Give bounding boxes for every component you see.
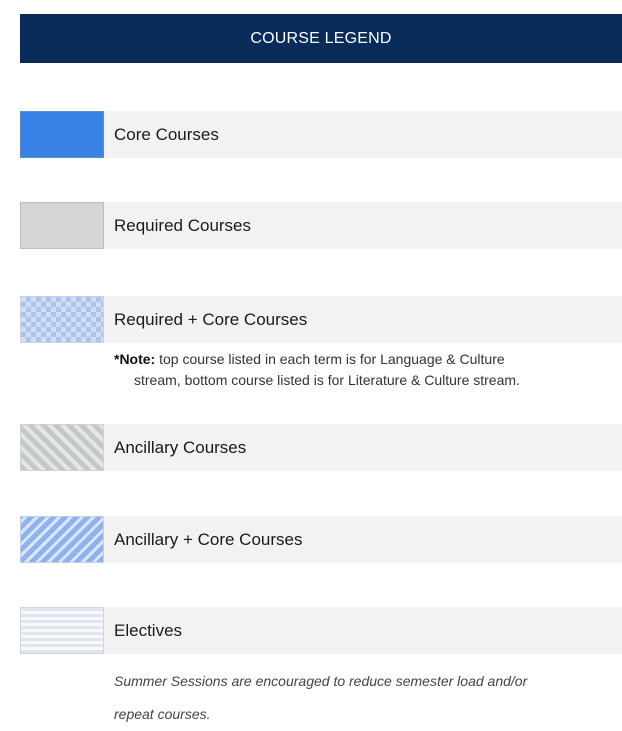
legend-label-required: Required Courses <box>104 202 622 249</box>
legend-label-ancillary: Ancillary Courses <box>104 424 622 471</box>
legend-label-ancillary-core: Ancillary + Core Courses <box>104 516 622 563</box>
ancillary-core-swatch <box>20 516 104 563</box>
required-swatch <box>20 202 104 249</box>
summer-sessions-note: Summer Sessions are encouraged to reduce… <box>114 665 622 731</box>
core-swatch <box>20 111 104 158</box>
legend-header: COURSE LEGEND <box>20 14 622 63</box>
ancillary-swatch <box>20 424 104 471</box>
legend-item-ancillary-core: Ancillary + Core Courses <box>20 516 622 563</box>
legend-item-ancillary: Ancillary Courses <box>20 424 622 471</box>
legend-item-core: Core Courses <box>20 111 622 158</box>
stream-note: *Note: top course listed in each term is… <box>114 349 620 391</box>
legend-title: COURSE LEGEND <box>250 29 392 47</box>
electives-swatch <box>20 607 104 654</box>
required-core-swatch <box>20 296 104 343</box>
summer-note-line2: repeat courses. <box>114 706 211 722</box>
legend-item-electives: Electives <box>20 607 622 654</box>
note-text-line1: top course listed in each term is for La… <box>155 351 505 367</box>
legend-item-required: Required Courses <box>20 202 622 249</box>
note-text-line2: stream, bottom course listed is for Lite… <box>134 372 520 388</box>
legend-label-core: Core Courses <box>104 111 622 158</box>
legend-label-required-core: Required + Core Courses <box>104 296 622 343</box>
legend-item-required-core: Required + Core Courses <box>20 296 622 343</box>
legend-label-electives: Electives <box>104 607 622 654</box>
summer-note-line1: Summer Sessions are encouraged to reduce… <box>114 673 528 689</box>
note-label: *Note: <box>114 351 156 367</box>
